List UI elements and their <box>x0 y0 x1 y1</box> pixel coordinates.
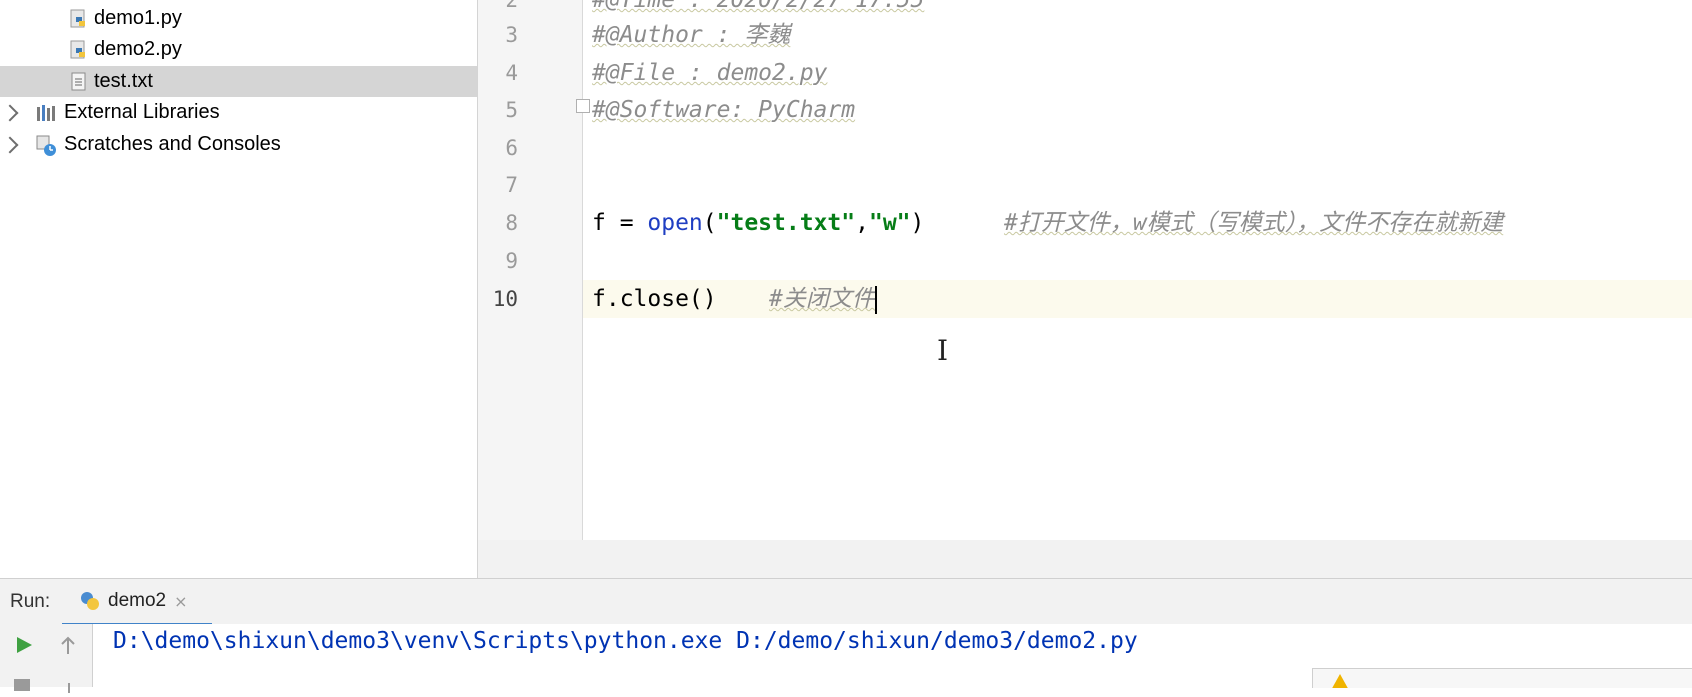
tree-item-demo1[interactable]: demo1.py <box>0 3 477 34</box>
text-cursor-icon: I <box>937 334 949 367</box>
library-icon <box>36 103 58 123</box>
line-number: 8 <box>505 211 518 235</box>
python-file-icon <box>70 9 88 29</box>
chevron-right-icon[interactable] <box>1 104 19 121</box>
editor-bottom-strip <box>478 540 1692 578</box>
tree-item-label: Scratches and Consoles <box>64 133 281 155</box>
text-file-icon <box>70 72 88 92</box>
run-tab-label: demo2 <box>108 590 167 611</box>
line-number: 6 <box>505 136 518 160</box>
code-line[interactable]: #@Author : 李巍 <box>592 16 790 54</box>
line-number: 5 <box>505 98 518 122</box>
line-number: 9 <box>505 249 518 273</box>
arrow-up-icon[interactable] <box>58 634 78 660</box>
tree-item-external-libraries[interactable]: External Libraries <box>0 97 477 128</box>
code-text: f = <box>592 210 648 236</box>
tree-item-label: demo1.py <box>94 7 182 29</box>
chevron-right-icon[interactable] <box>1 136 19 153</box>
text-caret <box>874 285 877 314</box>
fold-marker-icon[interactable] <box>576 99 590 113</box>
code-text: ( <box>702 210 717 236</box>
arrow-down-icon[interactable] <box>68 678 72 697</box>
code-comment-line: #关闭文件 <box>769 280 877 318</box>
run-icon[interactable] <box>14 635 34 659</box>
warning-icon <box>1329 673 1351 688</box>
stop-icon[interactable] <box>13 676 33 695</box>
tree-item-test-txt[interactable]: test.txt <box>0 66 477 97</box>
notification-popup[interactable] <box>1312 668 1692 688</box>
line-number: 4 <box>505 61 518 85</box>
code-text: ) <box>910 210 925 236</box>
code-comment: #打开文件，w模式（写模式），文件不存在就新建 <box>1004 210 1504 236</box>
builtin-function: open <box>647 210 703 236</box>
tree-item-label: test.txt <box>94 70 153 92</box>
run-panel-title: Run: <box>10 591 51 612</box>
run-panel-header: Run: demo2 × <box>0 578 1692 626</box>
close-icon[interactable]: × <box>174 592 187 611</box>
line-number: 7 <box>505 173 518 197</box>
line-number: 3 <box>505 23 518 47</box>
tree-item-demo2[interactable]: demo2.py <box>0 34 477 65</box>
run-toolbar <box>0 624 93 693</box>
code-line-open[interactable]: f = open("test.txt","w") <box>592 204 924 242</box>
tree-item-label: demo2.py <box>94 38 182 60</box>
run-tab-demo2[interactable]: demo2 × <box>62 579 212 626</box>
code-line[interactable]: #@File : demo2.py <box>592 54 827 92</box>
tree-item-scratches[interactable]: Scratches and Consoles <box>0 129 477 160</box>
console-output-line: D:\demo\shixun\demo3\venv\Scripts\python… <box>113 628 1138 654</box>
code-text: , <box>855 210 869 236</box>
code-comment: #关闭文件 <box>769 286 875 312</box>
code-line[interactable]: #@Software: PyCharm <box>592 91 855 129</box>
line-number-current: 10 <box>492 287 518 311</box>
tree-item-label: External Libraries <box>64 101 220 123</box>
code-line-close[interactable]: f.close() <box>592 280 717 318</box>
project-tree-panel: demo1.py demo2.py test.txt External Libr… <box>0 0 478 578</box>
python-icon <box>80 591 100 611</box>
string-literal: "test.txt" <box>716 210 856 236</box>
scratches-icon <box>36 135 58 156</box>
python-file-icon <box>70 40 88 60</box>
string-literal: "w" <box>868 210 911 236</box>
